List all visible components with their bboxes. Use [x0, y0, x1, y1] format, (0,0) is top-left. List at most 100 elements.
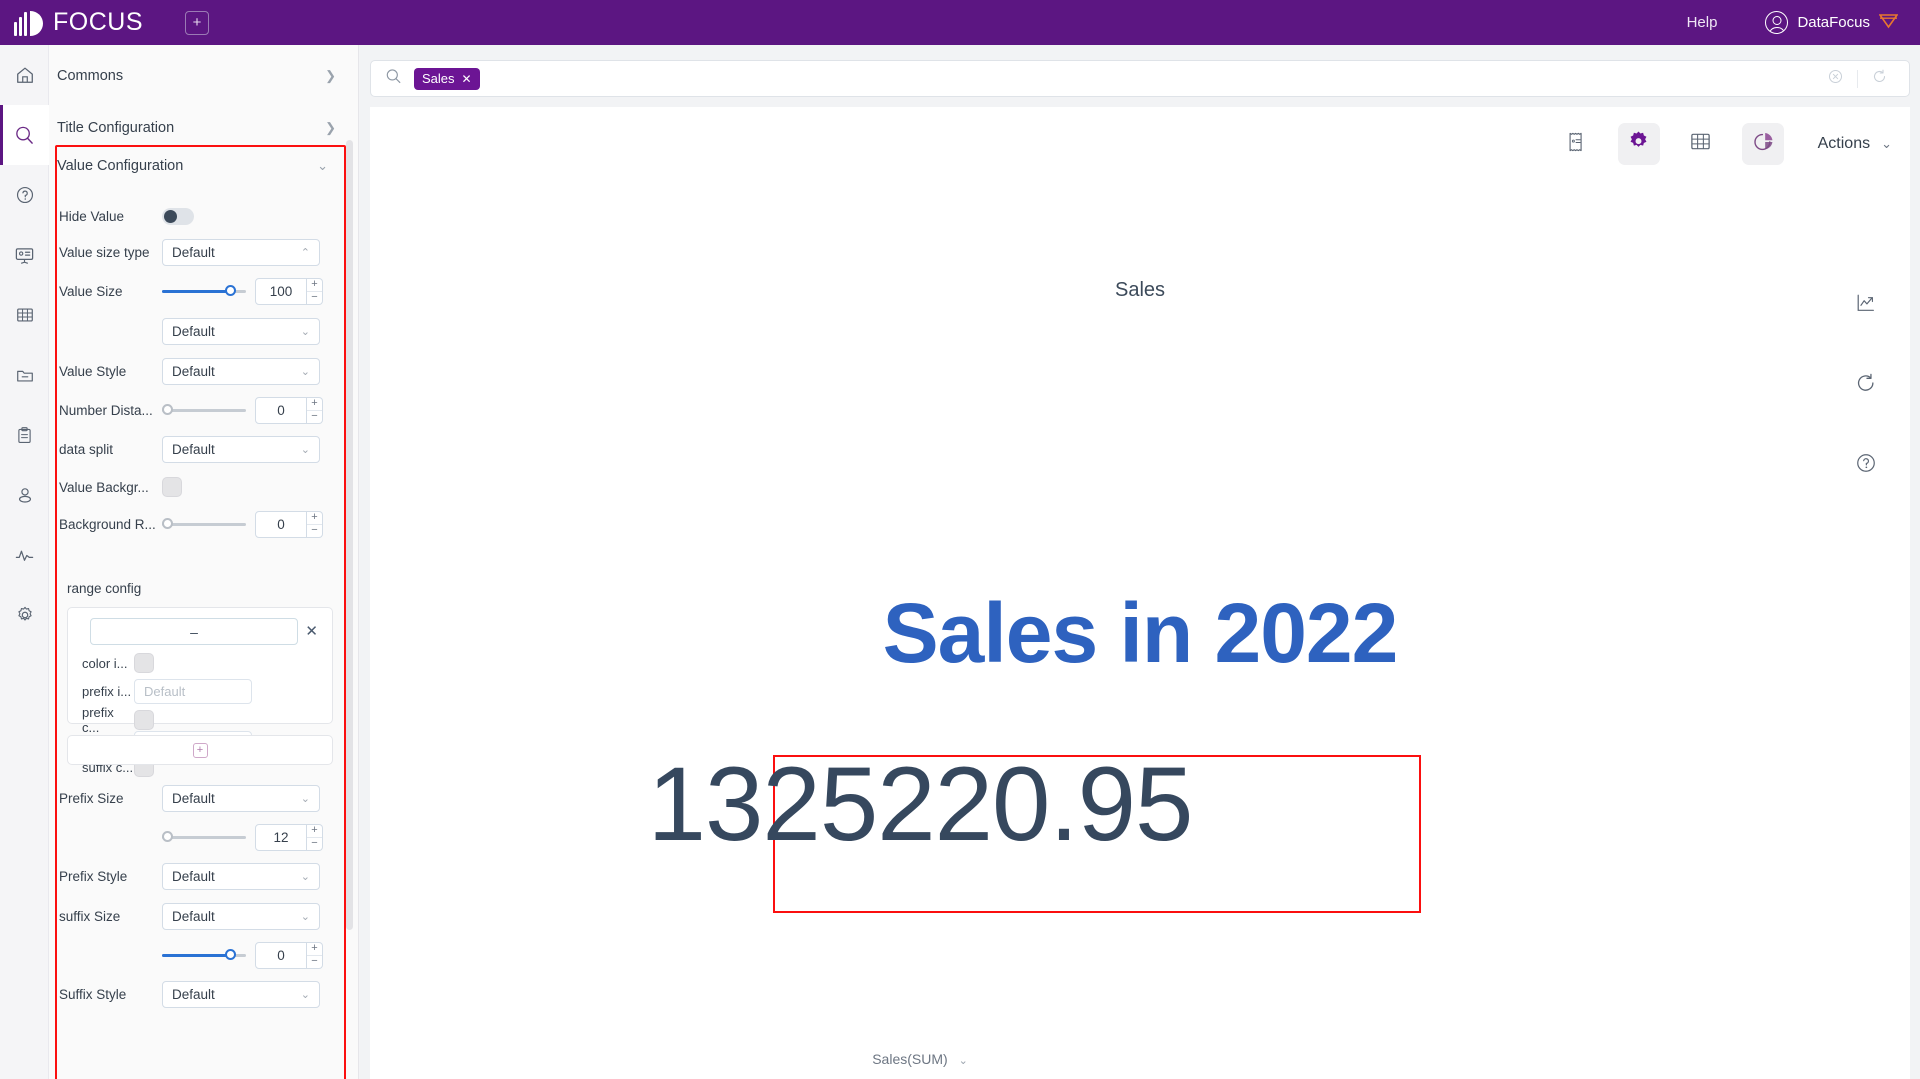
value-size-unit-value: Default	[172, 323, 215, 339]
number-distance-label: Number Dista...	[59, 402, 153, 418]
value-size-label: Value Size	[59, 283, 123, 299]
prefix-size-slider[interactable]	[162, 828, 246, 846]
value-size-number[interactable]: 100	[255, 277, 307, 305]
close-icon[interactable]: ✕	[462, 72, 472, 86]
data-split-value: Default	[172, 441, 215, 457]
tool-chart-type[interactable]	[1741, 123, 1784, 165]
field-hide-value: Hide Value	[59, 201, 344, 231]
actions-menu[interactable]: Actions ⌄	[1818, 135, 1892, 153]
range-color-swatch[interactable]	[134, 653, 154, 673]
stepper-down-icon[interactable]: −	[307, 525, 322, 537]
panel-scrollbar[interactable]	[346, 140, 353, 930]
refresh-icon[interactable]	[1872, 69, 1887, 89]
rail-item-settings[interactable]	[0, 585, 49, 645]
search-chip-label: Sales	[422, 71, 455, 86]
field-background-radius: Background R... 0 + −	[59, 509, 344, 539]
number-distance-stepper[interactable]: + −	[307, 396, 323, 424]
rail-item-user[interactable]	[0, 465, 49, 525]
background-radius-slider[interactable]	[162, 515, 246, 533]
rail-item-dashboard[interactable]	[0, 225, 49, 285]
rail-item-monitor[interactable]	[0, 525, 49, 585]
prefix-style-select[interactable]: Default ⌄	[162, 862, 320, 890]
config-panel: Commons ❯ Title Configuration ❯ Value Co…	[49, 45, 359, 1079]
value-background-color-swatch[interactable]	[162, 477, 182, 497]
stepper-up-icon[interactable]: +	[307, 825, 322, 838]
side-tool-analyze[interactable]	[1848, 287, 1884, 323]
hide-value-label: Hide Value	[59, 208, 125, 224]
stepper-up-icon[interactable]: +	[307, 279, 322, 292]
suffix-size-stepper[interactable]: + −	[307, 941, 323, 969]
range-prefix-color-swatch[interactable]	[134, 710, 154, 730]
user-menu[interactable]: DataFocus	[1765, 11, 1899, 34]
close-icon[interactable]: ✕	[305, 622, 318, 640]
user-name: DataFocus	[1797, 14, 1870, 31]
value-size-slider[interactable]	[162, 282, 246, 300]
rail-item-home[interactable]	[0, 45, 49, 105]
tool-chart-settings[interactable]	[1617, 123, 1660, 165]
user-icon	[15, 485, 35, 505]
suffix-size-number[interactable]: 0	[255, 941, 307, 969]
side-tool-help[interactable]	[1848, 447, 1884, 483]
number-distance-slider[interactable]	[162, 401, 246, 419]
value-size-stepper[interactable]: + −	[307, 277, 323, 305]
rail-item-help[interactable]	[0, 165, 49, 225]
rail-item-search[interactable]	[0, 105, 49, 165]
chevron-down-icon: ⌄	[300, 870, 310, 883]
value-size-type-value: Default	[172, 244, 215, 260]
measure-label-text: Sales(SUM)	[872, 1051, 948, 1067]
stepper-up-icon[interactable]: +	[307, 512, 322, 525]
stepper-up-icon[interactable]: +	[307, 943, 322, 956]
measure-selector[interactable]: Sales(SUM) ⌄	[370, 1051, 1470, 1067]
stepper-down-icon[interactable]: −	[307, 411, 322, 423]
stepper-down-icon[interactable]: −	[307, 292, 322, 304]
chevron-down-icon: ⌄	[300, 988, 310, 1001]
tool-table-view[interactable]	[1680, 123, 1722, 165]
value-style-select[interactable]: Default ⌄	[162, 357, 320, 385]
range-add-row-button[interactable]: +	[67, 735, 333, 765]
left-icon-rail	[0, 45, 49, 1079]
prefix-size-label: Prefix Size	[59, 790, 124, 806]
background-radius-number[interactable]: 0	[255, 510, 307, 538]
plus-square-icon[interactable]: +	[185, 10, 209, 35]
suffix-size-select[interactable]: Default ⌄	[162, 902, 320, 930]
rail-item-clipboard[interactable]	[0, 405, 49, 465]
rail-item-folder[interactable]	[0, 345, 49, 405]
clear-circle-icon[interactable]	[1828, 69, 1843, 89]
hide-value-toggle[interactable]	[162, 207, 194, 225]
actions-label: Actions	[1817, 135, 1871, 152]
side-tool-refresh[interactable]	[1848, 367, 1884, 403]
avatar	[1765, 11, 1789, 34]
chevron-right-icon: ❯	[325, 68, 336, 83]
search-chip-sales[interactable]: Sales ✕	[414, 67, 480, 90]
stepper-down-icon[interactable]: −	[307, 838, 322, 850]
stepper-up-icon[interactable]: +	[307, 398, 322, 411]
prefix-style-value: Default	[172, 868, 215, 884]
tool-data-summary[interactable]	[1556, 123, 1598, 165]
focus-logo-icon	[14, 10, 43, 36]
help-link[interactable]: Help	[1687, 14, 1718, 31]
chevron-down-icon: ⌄	[958, 1055, 968, 1067]
rail-item-table[interactable]	[0, 285, 49, 345]
search-bar[interactable]: Sales ✕	[370, 60, 1910, 97]
range-prefix-input[interactable]: Default	[134, 679, 252, 704]
brand-logo[interactable]: FOCUS	[14, 8, 143, 37]
section-value-configuration[interactable]: Value Configuration ⌄	[57, 148, 344, 184]
data-split-select[interactable]: Default ⌄	[162, 435, 320, 463]
value-size-type-select[interactable]: Default ⌃	[162, 238, 320, 266]
prefix-size-number[interactable]: 12	[255, 823, 307, 851]
prefix-size-stepper[interactable]: + −	[307, 823, 323, 851]
stepper-down-icon[interactable]: −	[307, 956, 322, 968]
pie-chart-icon	[1751, 130, 1775, 159]
chevron-down-icon: ⌄	[300, 792, 310, 805]
section-title-configuration[interactable]: Title Configuration ❯	[49, 107, 358, 149]
prefix-size-select[interactable]: Default ⌄	[162, 784, 320, 812]
suffix-size-slider[interactable]	[162, 946, 246, 964]
chart-title: Sales	[1114, 279, 1166, 301]
section-commons[interactable]: Commons ❯	[49, 55, 358, 97]
suffix-size-label: suffix Size	[59, 908, 121, 924]
suffix-style-select[interactable]: Default ⌄	[162, 980, 320, 1008]
number-distance-number[interactable]: 0	[255, 396, 307, 424]
value-size-unit-select[interactable]: Default ⌄	[162, 317, 320, 345]
background-radius-stepper[interactable]: + −	[307, 510, 323, 538]
range-value-input[interactable]: –	[90, 618, 298, 645]
